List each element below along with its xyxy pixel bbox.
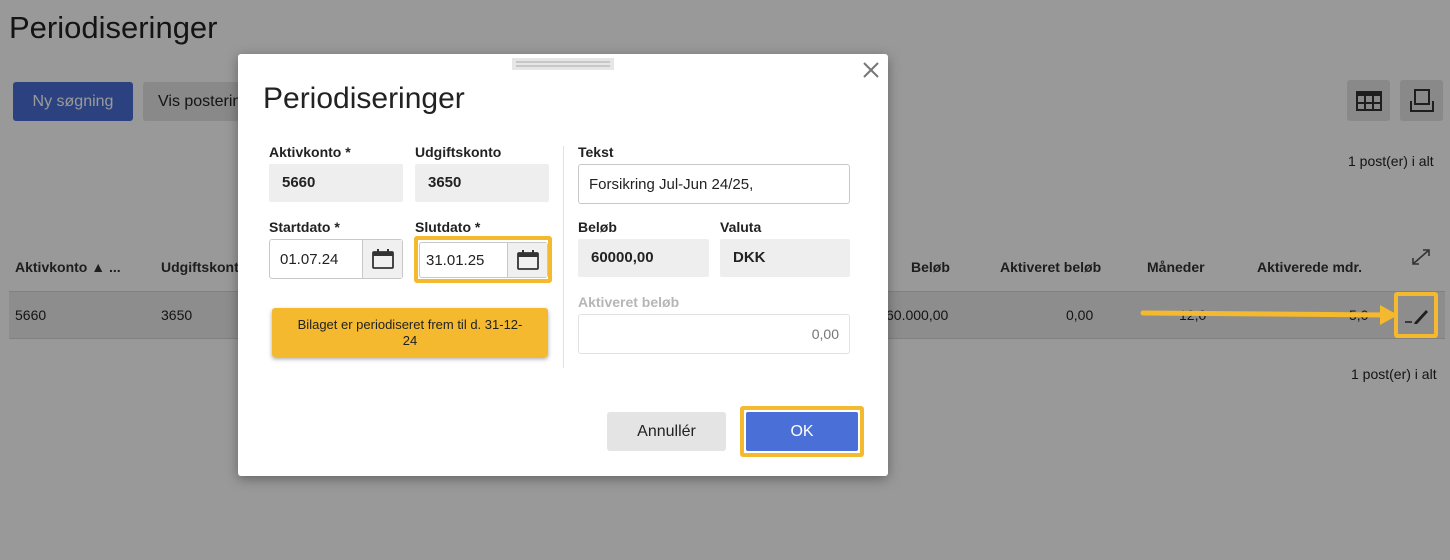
aktiveret-belob-label: Aktiveret beløb: [578, 294, 680, 310]
startdato-input[interactable]: [270, 240, 362, 278]
close-icon: [863, 62, 879, 78]
startdato-label: Startdato *: [269, 219, 340, 235]
ok-button-highlight: [740, 406, 864, 457]
aktiveret-belob-input: [578, 314, 850, 354]
calendar-icon: [371, 249, 394, 269]
dialog-title: Periodiseringer: [263, 82, 465, 115]
valuta-value: DKK: [720, 239, 850, 277]
accrual-info-tooltip: Bilaget er periodiseret frem til d. 31-1…: [272, 308, 548, 357]
accrual-dialog: Periodiseringer Aktivkonto * 5660 Udgift…: [238, 54, 888, 476]
tekst-input[interactable]: [578, 164, 850, 204]
slutdato-label: Slutdato *: [415, 219, 481, 235]
slutdato-highlight: [414, 236, 552, 283]
drag-handle[interactable]: [512, 58, 614, 70]
udgiftskonto-value: 3650: [415, 164, 549, 202]
startdato-field: [269, 239, 403, 279]
aktivkonto-label: Aktivkonto *: [269, 144, 351, 160]
belob-value: 60000,00: [578, 239, 709, 277]
cancel-button[interactable]: Annullér: [607, 412, 726, 451]
valuta-label: Valuta: [720, 219, 762, 235]
tekst-label: Tekst: [578, 144, 614, 160]
startdato-calendar-button[interactable]: [362, 240, 402, 278]
aktivkonto-value: 5660: [269, 164, 403, 202]
column-divider: [563, 146, 564, 368]
close-button[interactable]: [860, 60, 882, 82]
belob-label: Beløb: [578, 219, 617, 235]
udgiftskonto-label: Udgiftskonto: [415, 144, 502, 160]
edit-button-highlight: [1394, 292, 1438, 338]
